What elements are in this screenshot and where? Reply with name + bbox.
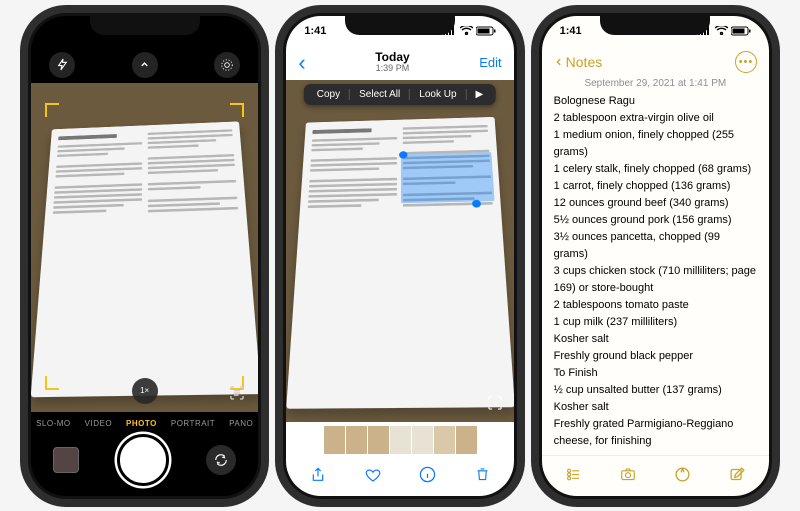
battery-icon	[731, 26, 751, 36]
mode-portrait[interactable]: PORTRAIT	[171, 419, 215, 428]
camera-icon[interactable]	[617, 464, 639, 486]
edit-button[interactable]: Edit	[479, 55, 501, 70]
battery-icon	[476, 26, 496, 36]
note-line: Freshly grated Parmigiano-Reggiano chees…	[554, 416, 757, 450]
flash-icon[interactable]	[49, 52, 75, 78]
mode-pano[interactable]: PANO	[229, 419, 253, 428]
note-timestamp: September 29, 2021 at 1:41 PM	[554, 78, 757, 89]
last-photo-thumbnail[interactable]	[53, 447, 79, 473]
nav-title: Today 1:39 PM	[375, 51, 409, 73]
live-text-icon[interactable]	[226, 382, 248, 404]
mode-video[interactable]: VIDEO	[85, 419, 112, 428]
status-time: 1:41	[304, 25, 326, 37]
note-line: To Finish	[554, 365, 757, 382]
camera-top-controls	[31, 46, 258, 82]
status-time: 1:41	[560, 25, 582, 37]
photos-screen: 1:41 ‹ Today 1:39 PM Edit	[286, 16, 513, 496]
live-text-corner	[230, 103, 244, 117]
thumb[interactable]	[411, 426, 433, 454]
photo-viewer[interactable]: Copy Select All Look Up ▶	[286, 80, 513, 422]
note-line: 1 medium onion, finely chopped (255 gram…	[554, 127, 757, 161]
notes-screen: 1:41 Notes ••• September 29, 2021 at 1:4…	[542, 16, 769, 496]
book-photo	[287, 116, 514, 408]
share-icon[interactable]	[307, 464, 329, 486]
book-page	[31, 121, 258, 397]
compose-icon[interactable]	[727, 464, 749, 486]
mode-slomo[interactable]: SLO-MO	[36, 419, 71, 428]
note-line: Freshly ground black pepper	[554, 348, 757, 365]
camera-mode-row[interactable]: SLO-MO VIDEO PHOTO PORTRAIT PANO	[31, 413, 258, 432]
context-look-up[interactable]: Look Up	[410, 89, 466, 100]
notes-toolbar	[542, 455, 769, 496]
note-line: 1 carrot, finely chopped (136 grams)	[554, 178, 757, 195]
selection-handle-start[interactable]	[399, 151, 407, 159]
back-button[interactable]: Notes	[554, 54, 603, 70]
note-line: 3 cups chicken stock (710 milliliters; p…	[554, 263, 757, 297]
wifi-icon	[715, 26, 728, 35]
nav-title-line2: 1:39 PM	[375, 64, 409, 73]
thumb[interactable]	[389, 426, 411, 454]
zoom-button[interactable]: 1×	[132, 378, 158, 404]
back-button[interactable]: ‹	[298, 50, 305, 76]
zoom-level[interactable]: 1×	[132, 378, 158, 404]
more-icon: •••	[739, 56, 754, 68]
notch	[600, 13, 710, 35]
photos-nav-bar: ‹ Today 1:39 PM Edit	[286, 46, 513, 80]
notch	[345, 13, 455, 35]
note-line: Kosher salt	[554, 399, 757, 416]
context-select-all[interactable]: Select All	[350, 89, 410, 100]
info-icon[interactable]	[416, 464, 438, 486]
notes-nav-bar: Notes •••	[542, 46, 769, 76]
note-line: Bolognese Ragu	[554, 93, 757, 110]
note-content: Bolognese Ragu2 tablespoon extra-virgin …	[554, 93, 757, 451]
photos-toolbar	[286, 458, 513, 496]
live-text-corner	[45, 376, 59, 390]
thumb[interactable]	[433, 426, 455, 454]
context-menu: Copy Select All Look Up ▶	[304, 84, 496, 105]
note-line: 3½ ounces pancetta, chopped (99 grams)	[554, 229, 757, 263]
camera-viewfinder[interactable]: 1×	[31, 82, 258, 413]
camera-flip-icon[interactable]	[206, 445, 236, 475]
note-line: 5½ ounces ground pork (156 grams)	[554, 212, 757, 229]
note-line: 1 cup milk (237 milliliters)	[554, 314, 757, 331]
context-copy[interactable]: Copy	[308, 89, 350, 100]
thumbnail-strip[interactable]	[286, 422, 513, 458]
note-line: ½ cup unsalted butter (137 grams)	[554, 382, 757, 399]
live-text-icon[interactable]	[484, 392, 506, 414]
back-label: Notes	[566, 54, 603, 70]
mode-photo[interactable]: PHOTO	[126, 419, 157, 428]
wifi-icon	[460, 26, 473, 35]
live-photo-icon[interactable]	[214, 52, 240, 78]
notch	[90, 13, 200, 35]
context-more-arrow[interactable]: ▶	[467, 89, 493, 100]
camera-screen: 1× SLO-MO VIDEO PHOTO PORTRAIT PANO	[31, 16, 258, 496]
thumb[interactable]	[323, 426, 345, 454]
camera-bottom-row	[31, 432, 258, 496]
shutter-button[interactable]	[117, 434, 169, 486]
note-line: 2 tablespoon extra-virgin olive oil	[554, 110, 757, 127]
camera-phone: 1× SLO-MO VIDEO PHOTO PORTRAIT PANO	[28, 13, 261, 499]
live-text-corner	[45, 103, 59, 117]
chevron-up-icon[interactable]	[132, 52, 158, 78]
note-line: 2 tablespoons tomato paste	[554, 297, 757, 314]
trash-icon[interactable]	[471, 464, 493, 486]
thumb[interactable]	[345, 426, 367, 454]
note-line: 12 ounces ground beef (340 grams)	[554, 195, 757, 212]
marker-icon[interactable]	[672, 464, 694, 486]
text-selection[interactable]	[401, 152, 495, 203]
photos-phone: 1:41 ‹ Today 1:39 PM Edit	[283, 13, 516, 499]
note-line: Kosher salt	[554, 331, 757, 348]
notes-phone: 1:41 Notes ••• September 29, 2021 at 1:4…	[539, 13, 772, 499]
chevron-left-icon	[554, 55, 564, 69]
thumb[interactable]	[367, 426, 389, 454]
heart-icon[interactable]	[362, 464, 384, 486]
more-button[interactable]: •••	[735, 51, 757, 73]
thumb[interactable]	[455, 426, 477, 454]
checklist-icon[interactable]	[562, 464, 584, 486]
note-line: 1 celery stalk, finely chopped (68 grams…	[554, 161, 757, 178]
note-body[interactable]: September 29, 2021 at 1:41 PM Bolognese …	[542, 76, 769, 455]
